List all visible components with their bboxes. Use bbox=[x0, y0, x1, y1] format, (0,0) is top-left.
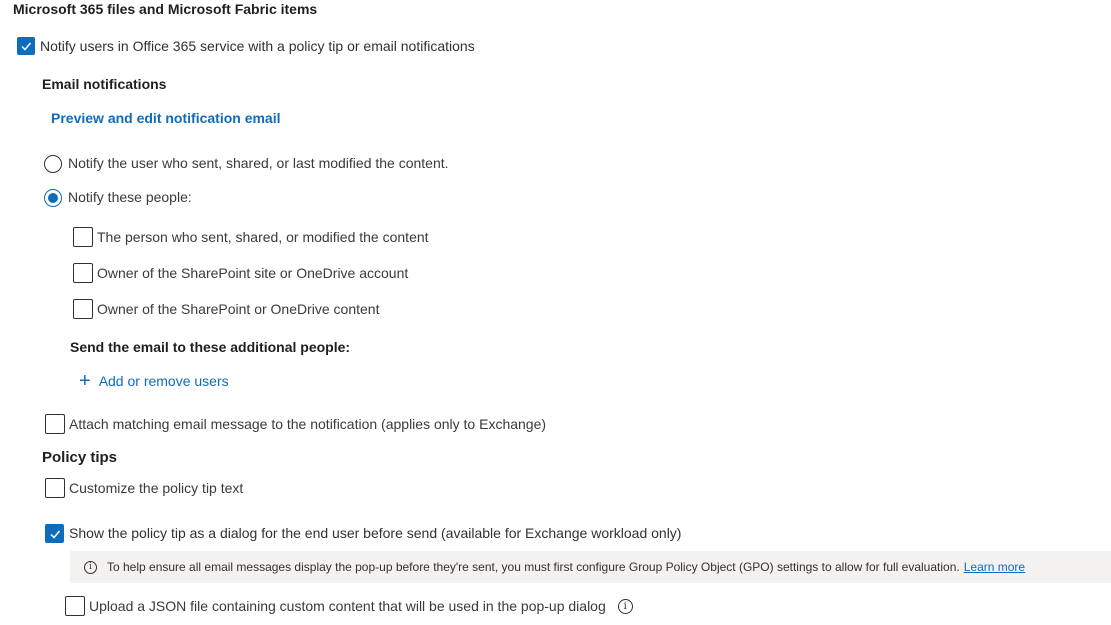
checkbox-site-owner-label: Owner of the SharePoint site or OneDrive… bbox=[97, 265, 409, 281]
info-icon: i bbox=[84, 560, 97, 574]
checkbox-person-modified-label: The person who sent, shared, or modified… bbox=[97, 229, 429, 245]
radio-notify-these-people[interactable] bbox=[44, 189, 62, 207]
radio-notify-sender-label: Notify the user who sent, shared, or las… bbox=[68, 155, 449, 171]
info-icon[interactable]: i bbox=[617, 598, 633, 614]
radio-selected-dot bbox=[48, 193, 58, 203]
show-dialog-checkbox[interactable] bbox=[45, 524, 64, 543]
attach-message-label: Attach matching email message to the not… bbox=[69, 416, 547, 432]
add-remove-users-label: Add or remove users bbox=[98, 373, 229, 389]
additional-people-heading: Send the email to these additional peopl… bbox=[70, 339, 351, 355]
notify-users-checkbox[interactable] bbox=[17, 37, 35, 55]
upload-json-label: Upload a JSON file containing custom con… bbox=[89, 598, 606, 614]
gpo-info-bar: i To help ensure all email messages disp… bbox=[70, 551, 1111, 583]
policy-tips-heading: Policy tips bbox=[42, 449, 118, 466]
checkmark-icon bbox=[21, 42, 32, 51]
checkbox-content-owner-label: Owner of the SharePoint or OneDrive cont… bbox=[97, 301, 380, 317]
preview-notification-email-link[interactable]: Preview and edit notification email bbox=[51, 110, 281, 126]
email-notifications-heading: Email notifications bbox=[42, 76, 167, 92]
show-dialog-label: Show the policy tip as a dialog for the … bbox=[69, 525, 682, 541]
upload-json-checkbox[interactable] bbox=[65, 596, 85, 616]
radio-notify-sender[interactable] bbox=[44, 155, 62, 173]
radio-notify-these-people-label: Notify these people: bbox=[68, 189, 192, 205]
learn-more-link[interactable]: Learn more bbox=[964, 560, 1025, 574]
add-icon: + bbox=[79, 370, 91, 392]
checkbox-content-owner[interactable] bbox=[73, 299, 93, 319]
section-title: Microsoft 365 files and Microsoft Fabric… bbox=[13, 1, 318, 17]
attach-message-checkbox[interactable] bbox=[45, 414, 65, 434]
upload-json-row: Upload a JSON file containing custom con… bbox=[89, 598, 643, 614]
checkbox-site-owner[interactable] bbox=[73, 263, 93, 283]
checkmark-icon bbox=[49, 530, 60, 539]
notify-users-label: Notify users in Office 365 service with … bbox=[40, 38, 475, 54]
customize-policy-tip-checkbox[interactable] bbox=[45, 478, 65, 498]
customize-policy-tip-label: Customize the policy tip text bbox=[69, 480, 244, 496]
checkbox-person-modified[interactable] bbox=[73, 227, 93, 247]
gpo-info-text: To help ensure all email messages displa… bbox=[107, 560, 960, 574]
page: Microsoft 365 files and Microsoft Fabric… bbox=[0, 0, 1111, 625]
add-remove-users-button[interactable]: + Add or remove users bbox=[79, 370, 229, 392]
